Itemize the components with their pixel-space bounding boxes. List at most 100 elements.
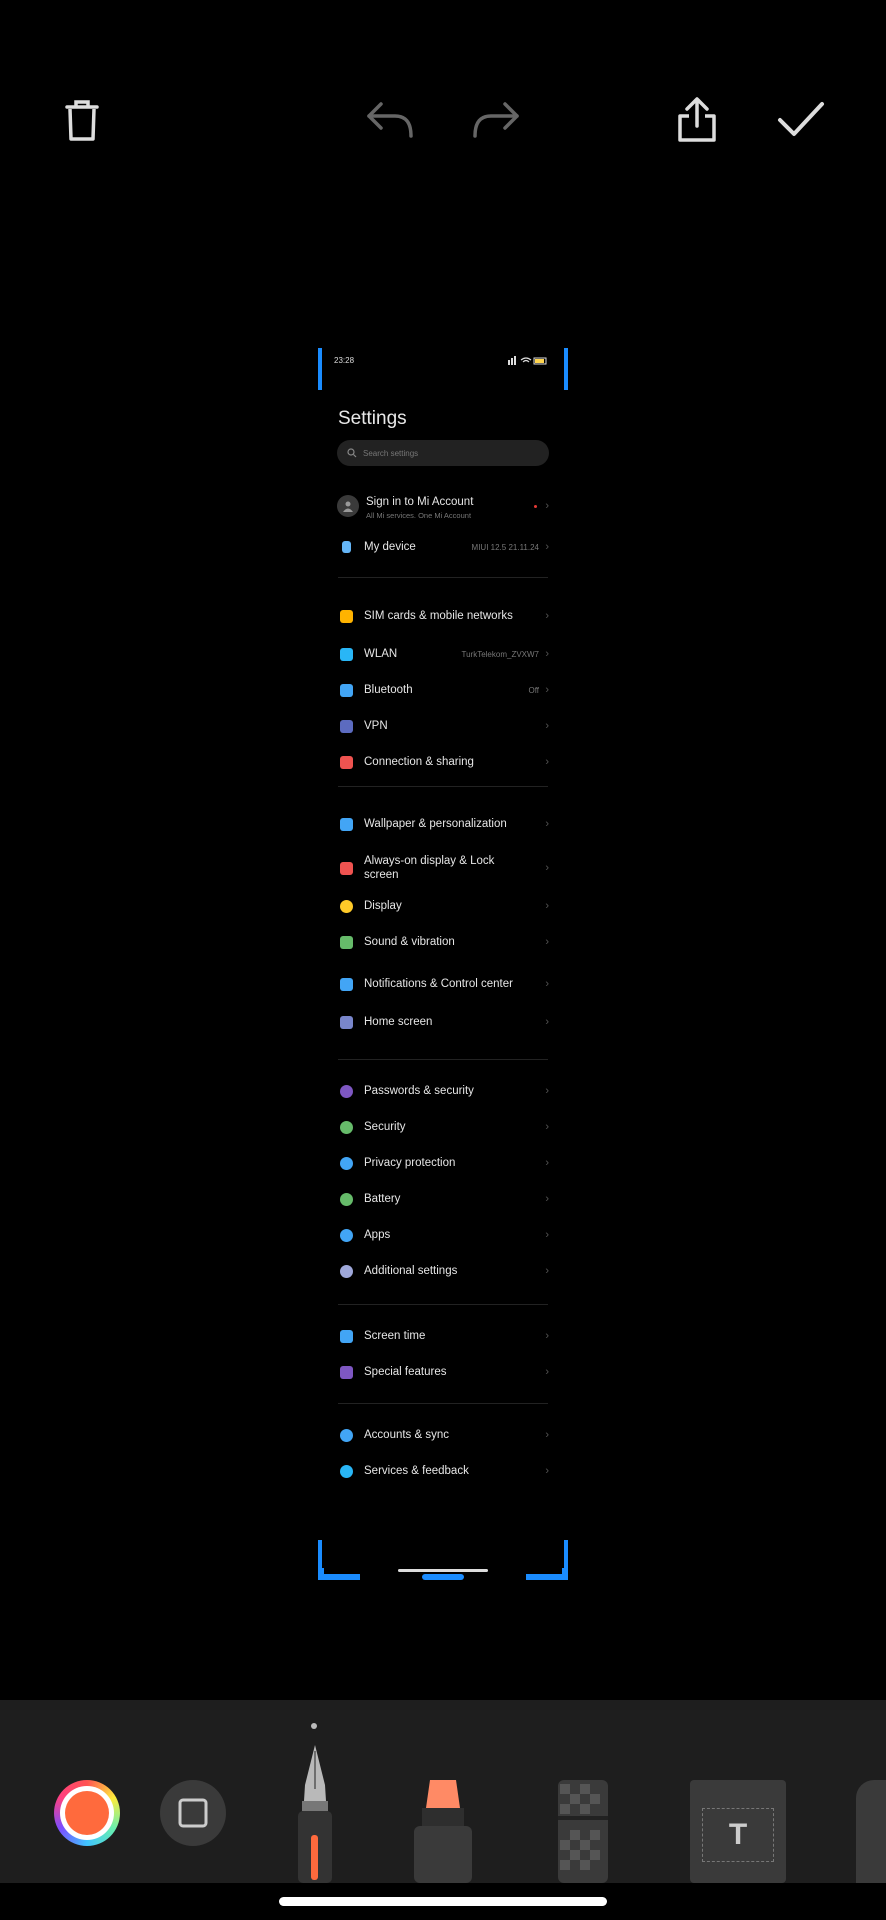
home-indicator[interactable]: [279, 1897, 607, 1906]
delete-button[interactable]: [52, 90, 112, 150]
chevron-right-icon: ›: [545, 1366, 549, 1378]
chevron-right-icon: ›: [545, 936, 549, 948]
search-icon: [347, 448, 357, 458]
chevron-right-icon: ›: [545, 1121, 549, 1133]
mosaic-tool-button[interactable]: [550, 1780, 616, 1883]
chevron-right-icon: ›: [545, 720, 549, 732]
marker-tool-button[interactable]: [410, 1780, 476, 1883]
passwords-security-icon: [340, 1084, 353, 1098]
settings-row-home-screen[interactable]: Home screen ›: [337, 1013, 551, 1031]
settings-row-label: Privacy protection: [364, 1157, 456, 1169]
wlan-icon: [340, 647, 353, 661]
settings-row-label: Connection & sharing: [364, 756, 474, 768]
chevron-right-icon: ›: [545, 1429, 549, 1441]
chevron-right-icon: ›: [545, 1265, 549, 1277]
settings-row-additional-settings[interactable]: Additional settings ›: [337, 1262, 551, 1280]
chevron-right-icon: ›: [545, 1193, 549, 1205]
notifications-control-center-icon: [340, 977, 353, 991]
special-features-icon: [340, 1365, 353, 1379]
settings-row-services-feedback[interactable]: Services & feedback ›: [337, 1462, 551, 1480]
settings-row-label: Apps: [364, 1229, 391, 1241]
chevron-right-icon: ›: [545, 900, 549, 912]
settings-row-display[interactable]: Display ›: [337, 897, 551, 915]
settings-row-label: WLAN: [364, 648, 398, 660]
settings-row-sound-vibration[interactable]: Sound & vibration ›: [337, 933, 551, 951]
screenshot-preview: 23:28 Settings Search settings Sign in t…: [322, 348, 564, 1572]
sound-vibration-icon: [340, 935, 353, 949]
battery-icon: [340, 1192, 353, 1206]
settings-row-label: Always-on display & Lock screen: [364, 855, 495, 881]
vpn-icon: [340, 719, 353, 733]
settings-row-connection-sharing[interactable]: Connection & sharing ›: [337, 753, 551, 771]
status-time: 23:28: [334, 356, 355, 365]
text-tool-frame: T: [702, 1808, 774, 1862]
more-tool-button[interactable]: [856, 1780, 886, 1883]
apps-icon: [340, 1228, 353, 1242]
settings-row-label: Home screen: [364, 1016, 433, 1028]
settings-row-vpn[interactable]: VPN ›: [337, 717, 551, 735]
chevron-right-icon: ›: [545, 1085, 549, 1097]
done-button[interactable]: [771, 90, 831, 150]
settings-row-wallpaper-personalization[interactable]: Wallpaper & personalization ›: [337, 809, 551, 839]
settings-row-battery[interactable]: Battery ›: [337, 1190, 551, 1208]
search-input[interactable]: Search settings: [337, 440, 549, 466]
color-picker-button[interactable]: [54, 1780, 120, 1846]
settings-row-label: Display: [364, 900, 402, 912]
chevron-right-icon: ›: [545, 648, 549, 660]
redo-button[interactable]: [466, 90, 526, 150]
screen-time-icon: [340, 1329, 353, 1343]
divider: [338, 1059, 548, 1060]
settings-row-label: Additional settings: [364, 1265, 458, 1277]
settings-row-special-features[interactable]: Special features ›: [337, 1363, 551, 1381]
mosaic-icon: [558, 1780, 608, 1883]
chevron-right-icon: ›: [545, 1465, 549, 1477]
settings-row-passwords-security[interactable]: Passwords & security ›: [337, 1082, 551, 1100]
wallpaper-personalization-icon: [340, 817, 353, 831]
my-device-row[interactable]: My device MIUI 12.5 21.11.24 ›: [337, 538, 551, 556]
chevron-right-icon: ›: [545, 1157, 549, 1169]
divider: [338, 786, 548, 787]
crop-handle-bottom-left[interactable]: [318, 1574, 360, 1580]
share-button[interactable]: [667, 90, 727, 150]
chevron-right-icon: ›: [545, 978, 549, 990]
crop-handle-bottom-center[interactable]: [422, 1574, 464, 1580]
settings-row-apps[interactable]: Apps ›: [337, 1226, 551, 1244]
undo-button[interactable]: [360, 90, 420, 150]
chevron-right-icon: ›: [545, 756, 549, 768]
page-title: Settings: [338, 408, 407, 429]
chevron-right-icon: ›: [545, 1016, 549, 1028]
chevron-right-icon: ›: [545, 610, 549, 622]
chevron-right-icon: ›: [545, 1229, 549, 1241]
accounts-sync-icon: [340, 1428, 353, 1442]
settings-row-value: TurkTelekom_ZVXW7: [461, 649, 540, 659]
settings-row-screen-time[interactable]: Screen time ›: [337, 1327, 551, 1345]
share-icon: [678, 97, 716, 142]
sim-cards-mobile-networks-icon: [340, 609, 353, 623]
display-icon: [340, 899, 353, 913]
connection-sharing-icon: [340, 755, 353, 769]
settings-row-label: Bluetooth: [364, 684, 413, 696]
notification-dot: [534, 504, 537, 508]
text-tool-glyph: T: [728, 1818, 748, 1851]
settings-row-sim-cards-mobile-networks[interactable]: SIM cards & mobile networks ›: [337, 601, 551, 631]
settings-row-label: VPN: [364, 720, 388, 732]
shape-tool-button[interactable]: [160, 1780, 226, 1846]
account-row[interactable]: Sign in to Mi Account All Mi services. O…: [337, 491, 551, 521]
settings-row-notifications-control-center[interactable]: Notifications & Control center ›: [337, 969, 551, 999]
settings-row-bluetooth[interactable]: Bluetooth Off ›: [337, 681, 551, 699]
pen-tool-button[interactable]: [290, 1745, 340, 1883]
settings-row-always-on-display-lock-screen[interactable]: Always-on display & Lock screen ›: [337, 853, 551, 883]
account-sub: All Mi services. One Mi Account: [366, 511, 472, 520]
text-tool-button[interactable]: T: [690, 1780, 786, 1883]
divider: [338, 577, 548, 578]
settings-row-accounts-sync[interactable]: Accounts & sync ›: [337, 1426, 551, 1444]
status-icons: [508, 356, 548, 368]
undo-icon: [367, 102, 413, 138]
chevron-right-icon: ›: [545, 1330, 549, 1342]
settings-row-wlan[interactable]: WLAN TurkTelekom_ZVXW7 ›: [337, 645, 551, 663]
settings-row-privacy-protection[interactable]: Privacy protection ›: [337, 1154, 551, 1172]
settings-row-label: SIM cards & mobile networks: [364, 610, 513, 622]
settings-row-security[interactable]: Security ›: [337, 1118, 551, 1136]
screenshot-home-indicator: [398, 1569, 488, 1572]
settings-row-label: Battery: [364, 1193, 401, 1205]
